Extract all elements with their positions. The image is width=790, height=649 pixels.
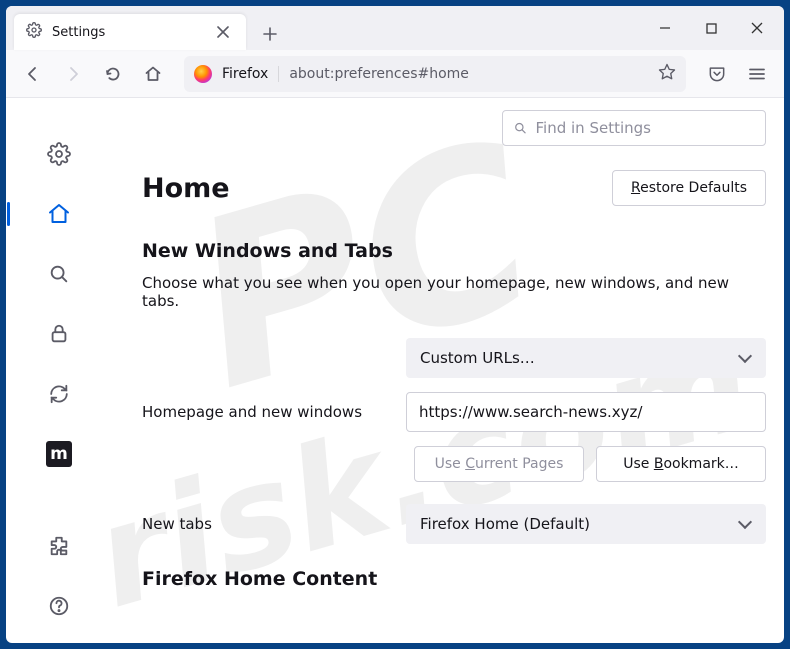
sidebar-item-sync[interactable]	[43, 378, 75, 410]
gear-icon	[26, 22, 42, 42]
window-close-button[interactable]	[734, 8, 780, 48]
url-text: about:preferences#home	[289, 66, 648, 82]
newtabs-select[interactable]: Firefox Home (Default)	[406, 504, 766, 544]
search-icon	[513, 120, 528, 136]
forward-button[interactable]	[56, 57, 90, 91]
settings-search[interactable]	[502, 110, 766, 146]
new-tab-button[interactable]	[254, 18, 286, 50]
mozilla-m-icon: m	[46, 441, 72, 467]
sidebar-item-home[interactable]	[43, 198, 75, 230]
preferences-content: PCrisk.com m Home Restore Defaults	[6, 98, 784, 643]
homepage-url-input[interactable]	[406, 392, 766, 432]
newtabs-label: New tabs	[142, 515, 386, 533]
tab-title: Settings	[52, 25, 202, 40]
pocket-button[interactable]	[700, 57, 734, 91]
sidebar-item-general[interactable]	[43, 138, 75, 170]
reload-button[interactable]	[96, 57, 130, 91]
sidebar-item-extensions[interactable]	[43, 530, 75, 562]
section-description: Choose what you see when you open your h…	[142, 274, 766, 310]
sidebar-item-help[interactable]	[43, 590, 75, 622]
app-menu-button[interactable]	[740, 57, 774, 91]
category-sidebar: m	[6, 98, 112, 643]
back-button[interactable]	[16, 57, 50, 91]
sidebar-item-search[interactable]	[43, 258, 75, 290]
window-controls	[642, 6, 780, 50]
restore-defaults-button[interactable]: Restore Defaults	[612, 170, 766, 206]
browser-window: Settings Firefox about:preferences#home	[6, 6, 784, 643]
minimize-button[interactable]	[642, 8, 688, 48]
tab-strip: Settings	[6, 6, 784, 50]
firefox-home-content-title: Firefox Home Content	[142, 568, 766, 590]
sidebar-item-privacy[interactable]	[43, 318, 75, 350]
maximize-button[interactable]	[688, 8, 734, 48]
homepage-label: Homepage and new windows	[142, 403, 386, 421]
settings-search-input[interactable]	[536, 119, 755, 137]
close-icon[interactable]	[212, 21, 234, 43]
browser-tab[interactable]: Settings	[14, 14, 246, 50]
identity-label: Firefox	[222, 66, 279, 82]
section-title: New Windows and Tabs	[142, 240, 766, 262]
firefox-logo-icon	[194, 65, 212, 83]
homepage-mode-select[interactable]: Custom URLs…	[406, 338, 766, 378]
sidebar-item-more[interactable]: m	[43, 438, 75, 470]
main-panel: Home Restore Defaults New Windows and Ta…	[112, 98, 784, 643]
bookmark-star-icon[interactable]	[658, 63, 676, 85]
url-bar[interactable]: Firefox about:preferences#home	[184, 56, 686, 92]
page-title: Home	[142, 173, 230, 204]
home-button[interactable]	[136, 57, 170, 91]
use-current-pages-button[interactable]: Use Current Pages	[414, 446, 584, 482]
navigation-toolbar: Firefox about:preferences#home	[6, 50, 784, 98]
use-bookmark-button[interactable]: Use Bookmark…	[596, 446, 766, 482]
